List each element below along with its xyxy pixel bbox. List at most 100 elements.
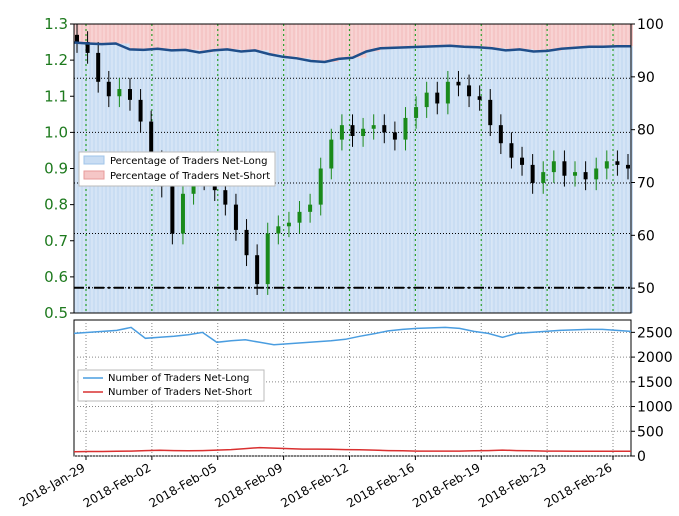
legend-label-net-short-pct: Percentage of Traders Net-Short (110, 171, 270, 182)
price-candle-body (583, 172, 588, 180)
net-long-pct-band (338, 58, 353, 313)
price-candle-body (604, 161, 609, 169)
net-short-pct-band (143, 24, 158, 50)
x-axis-ticks: 2018-Jan-292018-Feb-022018-Feb-052018-Fe… (17, 456, 615, 510)
price-candle-body (414, 107, 419, 118)
price-candle-body (573, 172, 578, 176)
x-tick-label: 2018-Feb-26 (542, 460, 615, 510)
price-candle-body (276, 226, 281, 234)
legend-swatch-net-long-pct (83, 155, 105, 165)
price-candle-body (509, 143, 514, 158)
price-candle-body (75, 34, 79, 43)
price-candle-body (138, 99, 143, 122)
price-candle-body (435, 92, 440, 104)
price-candle-body (286, 222, 291, 227)
net-short-pct-band (171, 24, 186, 51)
net-short-pct-band (575, 24, 590, 48)
legend-label-net-short-count: Number of Traders Net-Short (108, 387, 252, 398)
x-tick-label: 2018-Feb-16 (344, 460, 417, 510)
net-short-pct-band (519, 24, 534, 50)
net-short-pct-band (282, 24, 297, 57)
chart-canvas: 1.3 1.2 1.1 1.0 0.9 0.8 0.7 0.6 0.5 100 90 80 70 60 5… (17, 15, 673, 510)
price-candle-body (403, 117, 408, 140)
price-candle-body (117, 89, 122, 97)
upper-panel: 1.3 1.2 1.1 1.0 0.9 0.8 0.7 0.6 0.5 100 90 80 70 60 5… (44, 15, 664, 322)
left-tick-label: 0.5 (44, 304, 68, 322)
left-tick-label: 0.9 (44, 160, 68, 178)
lower-tick-label: 1500 (637, 375, 673, 391)
price-candle-body (297, 211, 302, 223)
price-candle-body (371, 125, 376, 129)
right-tick-label: 80 (637, 123, 655, 139)
legend-label-net-long-pct: Percentage of Traders Net-Long (110, 156, 268, 167)
price-candle-body (615, 161, 620, 165)
net-short-pct-band (199, 24, 214, 53)
price-candle-body (361, 128, 366, 136)
left-tick-label: 1.3 (44, 15, 68, 33)
right-tick-label: 50 (637, 281, 655, 297)
x-tick-label: 2018-Feb-23 (476, 460, 549, 510)
price-candle-body (626, 164, 630, 169)
net-short-pct-band (227, 24, 242, 50)
price-candle-body (456, 81, 461, 86)
price-candle-body (170, 186, 175, 234)
price-candle-body (318, 168, 323, 205)
net-short-pct-band (547, 24, 562, 51)
net-long-pct-band (491, 48, 506, 314)
left-tick-label: 0.7 (44, 232, 68, 250)
price-candle-body (382, 125, 387, 133)
net-short-pct-band (255, 24, 269, 51)
lower-right-axis-ticks: 2500 2000 1500 1000 500 0 (631, 325, 673, 465)
price-candle-body (350, 125, 355, 136)
price-candle-body (255, 255, 260, 285)
price-candle-body (562, 161, 567, 176)
price-candle-body (467, 85, 472, 97)
lower-tick-label: 2000 (637, 350, 673, 366)
left-tick-label: 1.2 (44, 51, 68, 69)
price-candle-body (594, 168, 599, 180)
lower-tick-label: 500 (637, 424, 664, 440)
left-tick-label: 1.1 (44, 87, 68, 105)
price-candle-body (551, 161, 556, 173)
price-candle-body (498, 125, 503, 144)
x-tick-label: 2018-Feb-19 (410, 460, 483, 510)
x-tick-label: 2018-Feb-02 (81, 460, 154, 510)
price-candle-body (180, 193, 185, 234)
price-candle-body (233, 204, 238, 230)
price-candle-body (530, 164, 535, 183)
price-candle-body (520, 157, 525, 165)
left-axis-ticks: 1.3 1.2 1.1 1.0 0.9 0.8 0.7 0.6 0.5 (44, 15, 74, 322)
lower-tick-label: 2500 (637, 325, 673, 341)
lower-panel: 2500 2000 1500 1000 500 0 Number of Traders N… (73, 319, 673, 465)
net-short-pct-band (603, 24, 618, 47)
net-long-pct-band (366, 51, 381, 314)
price-candle-body (96, 52, 101, 82)
lower-tick-label: 1000 (637, 400, 673, 416)
net-short-pct-band (366, 24, 381, 52)
legend-swatch-net-short-pct (83, 170, 105, 180)
price-candle-body (477, 96, 482, 100)
price-candle-body (445, 81, 450, 104)
price-candle-body (308, 204, 313, 212)
price-candle-body (488, 99, 493, 126)
price-candle-body (392, 132, 397, 140)
right-tick-label: 60 (637, 228, 655, 244)
right-tick-label: 100 (637, 17, 664, 33)
price-candle-body (244, 229, 249, 256)
x-tick-label: 2018-Feb-09 (213, 460, 286, 510)
x-tick-label: 2018-Feb-05 (147, 460, 220, 510)
price-candle-body (329, 139, 334, 169)
legend-label-net-long-count: Number of Traders Net-Long (108, 373, 249, 384)
left-tick-label: 0.6 (44, 268, 68, 286)
price-candle-body (127, 89, 132, 100)
price-candle-body (339, 125, 344, 140)
price-candle-body (541, 172, 546, 183)
upper-legend: Percentage of Traders Net-Long Percentag… (78, 151, 276, 187)
lower-legend: Number of Traders Net-Long Number of Tra… (77, 369, 265, 402)
left-tick-label: 1.0 (44, 123, 68, 141)
net-short-pct-band (338, 24, 353, 59)
net-long-pct-band (603, 46, 618, 313)
net-long-pct-band (282, 56, 297, 313)
lower-tick-label: 0 (637, 449, 646, 465)
price-candle-body (265, 233, 270, 285)
